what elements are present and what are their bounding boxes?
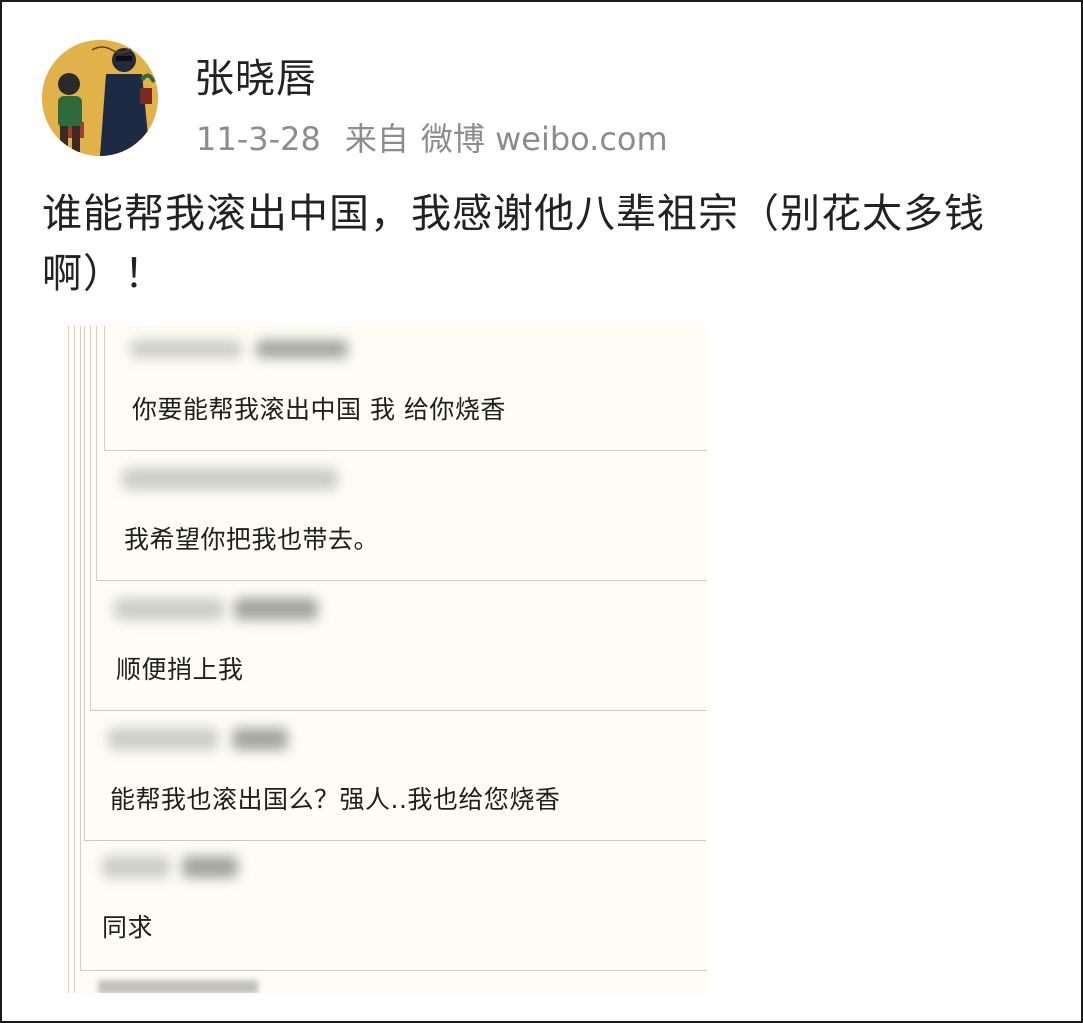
embedded-screenshot: 你要能帮我滚出中国 我 给你烧香 我希望你把我也带去。 顺便捎上我 能帮我也滚出… (64, 326, 706, 993)
comment-text: 顺便捎上我 (116, 655, 244, 684)
post-date: 11-3-28 (196, 120, 321, 158)
cropped-next-comment (98, 980, 258, 993)
blurred-username (130, 340, 242, 358)
username[interactable]: 张晓唇 (194, 46, 317, 104)
avatar-image (42, 40, 158, 156)
blurred-username (256, 340, 348, 358)
thread-border (68, 326, 69, 993)
source-name[interactable]: 微博 weibo.com (421, 114, 668, 160)
source-label: 来自 (344, 120, 409, 158)
post-meta: 11-3-28 来自 微博 weibo.com (196, 114, 668, 160)
post-text: 谁能帮我滚出中国，我感谢他八辈祖宗（别花太多钱啊）！ (42, 191, 985, 297)
comment-text: 能帮我也滚出国么？强人..我也给您烧香 (110, 785, 561, 814)
weibo-post-card: 张晓唇 11-3-28 来自 微博 weibo.com 谁能帮我滚出中国，我感谢他八… (0, 0, 1083, 1023)
blurred-username (232, 728, 288, 750)
blurred-username (108, 728, 218, 750)
comment-text: 同求 (102, 913, 154, 942)
comment-text: 我希望你把我也带去。 (124, 525, 380, 554)
avatar[interactable] (42, 40, 158, 156)
blurred-username (234, 598, 318, 620)
comment-text: 你要能帮我滚出中国 我 给你烧香 (132, 395, 506, 424)
blurred-username (102, 856, 170, 878)
blurred-username (122, 468, 338, 490)
blurred-username (114, 598, 224, 620)
blurred-username (182, 856, 238, 878)
thread-border (74, 326, 75, 993)
